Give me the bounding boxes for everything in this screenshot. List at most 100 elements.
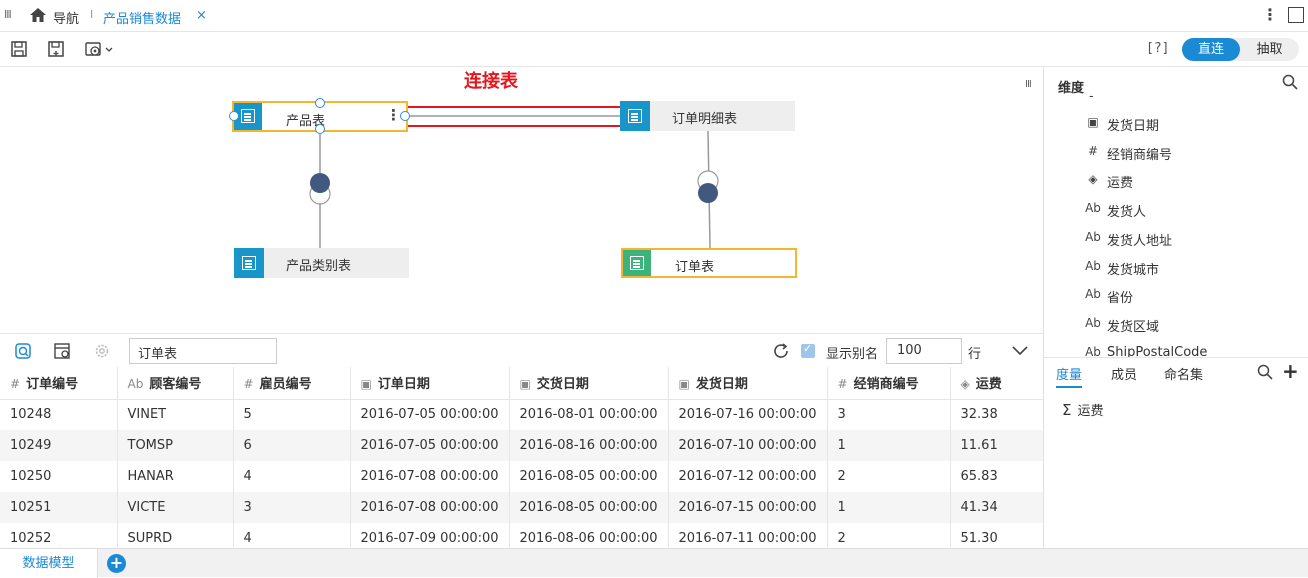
table-filter-input[interactable]: 订单表 (129, 338, 277, 364)
extract-mode-button[interactable]: 抽取 (1240, 38, 1299, 61)
data-table: # 订单编号 Ab 顾客编号 # 雇员编号 ▣ 订单日期 ▣ 交货日期 ▣ 发货日期 # 经销商编号 ◈ 运费… (0, 367, 1043, 547)
table-cell: 2016-07-09 00:00:00 (350, 523, 510, 547)
column-header-label: 经销商编号 (853, 377, 919, 393)
tab-product-sales[interactable]: 产品销售数据 (103, 8, 181, 27)
sum-icon: Σ (1062, 401, 1072, 419)
column-header[interactable]: ◈ 运费 (950, 367, 1043, 400)
preview-icon[interactable] (14, 342, 32, 360)
table-cell: TOMSP (117, 430, 234, 461)
number-type-icon: # (243, 377, 254, 392)
save-icon[interactable] (10, 40, 28, 58)
text-type-icon: Ab (1085, 344, 1101, 357)
dimension-label: 发货城市 (1107, 262, 1160, 278)
show-alias-checkbox[interactable] (801, 342, 815, 358)
dimension-label: ShipPostalCode (1107, 344, 1208, 357)
maximize-icon[interactable] (1288, 7, 1304, 23)
column-header[interactable]: # 订单编号 (0, 367, 118, 400)
table-cell: 2016-08-16 00:00:00 (509, 430, 669, 461)
table-row[interactable]: 10251 VICTE 3 2016-07-08 00:00:00 2016-08-05… (0, 492, 1043, 523)
add-tab-button[interactable]: + (107, 554, 126, 573)
add-icon[interactable]: + (1282, 359, 1299, 383)
table-node-category[interactable]: 产品类别表 (234, 248, 409, 278)
more-vertical-icon[interactable]: ⋮ (386, 106, 401, 124)
search-icon[interactable] (1257, 364, 1273, 380)
table-node-order-detail[interactable]: 订单明细表 (620, 101, 795, 131)
column-header[interactable]: ▣ 交货日期 (509, 367, 669, 400)
help-button[interactable]: [?] (1146, 41, 1169, 56)
join-node-filled (310, 173, 330, 193)
measure-dimension-icon: ◈ (1088, 172, 1098, 187)
model-canvas[interactable]: 连接表 III 产品表 ⋮ 订单明细表 产品类别表 订单表 (0, 67, 1043, 332)
table-icon (620, 101, 650, 131)
join-node-filled (698, 183, 718, 203)
resize-handle[interactable] (315, 124, 325, 134)
resize-handle[interactable] (229, 111, 239, 121)
measure-label: 运费 (1077, 404, 1104, 419)
dimension-label: 经销商编号 (1107, 147, 1173, 163)
table-cell: SUPRD (117, 523, 234, 547)
table-node-label: 订单表 (675, 260, 715, 275)
close-icon[interactable]: × (196, 8, 207, 23)
table-cell: 5 (233, 399, 351, 430)
date-type-icon: ▣ (1087, 115, 1099, 129)
nav-label[interactable]: 导航 (53, 8, 79, 27)
column-header-label: 雇员编号 (259, 377, 312, 393)
table-cell: 10252 (0, 523, 118, 547)
fields-panel: 维度 - ▣ 发货日期 # 经销商编号 ◈ 运费 Ab 发货人 Ab 发货人地址 Ab 发货城市 Ab 省… (1043, 67, 1308, 548)
dimension-title: 维度 (1058, 81, 1085, 96)
dimension-list: - ▣ 发货日期 # 经销商编号 ◈ 运费 Ab 发货人 Ab 发货人地址 Ab 发货城市 Ab 省份 Ab… (1044, 95, 1308, 357)
table-node-order[interactable]: 订单表 (621, 248, 797, 278)
gear-icon[interactable] (93, 342, 111, 360)
table-cell: 3 (233, 492, 351, 523)
resize-handle[interactable] (315, 98, 325, 108)
table-cell: 11.61 (950, 430, 1043, 461)
column-header-label: 订单编号 (26, 377, 79, 393)
save-as-icon[interactable] (47, 40, 65, 58)
main-toolbar: [?] 直连 抽取 (0, 32, 1308, 67)
tab-separator: I (90, 8, 94, 21)
refresh-icon[interactable] (772, 342, 790, 360)
table-row[interactable]: 10248 VINET 5 2016-07-05 00:00:00 2016-08-01… (0, 399, 1043, 430)
table-cell: 65.83 (950, 461, 1043, 492)
settings-dropdown-icon[interactable] (84, 40, 116, 58)
direct-mode-button[interactable]: 直连 (1182, 38, 1240, 61)
table-node-label: 订单明细表 (672, 112, 738, 127)
table-row[interactable]: 10252 SUPRD 4 2016-07-09 00:00:00 2016-08-06… (0, 523, 1043, 547)
dimension-label: 发货区域 (1107, 319, 1160, 335)
table-cell: 1 (827, 430, 951, 461)
column-header[interactable]: # 经销商编号 (827, 367, 951, 400)
column-header[interactable]: ▣ 订单日期 (350, 367, 510, 400)
dimension-label: 发货人 (1107, 205, 1147, 221)
table-cell: 2016-07-08 00:00:00 (350, 492, 510, 523)
table-icon (623, 250, 651, 276)
panel-tabs: 度量 成员 命名集 + (1044, 357, 1308, 388)
measure-dimension-icon: ◈ (960, 377, 970, 392)
table-settings-icon[interactable] (53, 342, 71, 360)
table-cell: 51.30 (950, 523, 1043, 547)
column-header[interactable]: Ab 顾客编号 (117, 367, 234, 400)
tab-members[interactable]: 成员 (1111, 364, 1137, 383)
row-count-input[interactable]: 100 (886, 338, 962, 364)
column-header[interactable]: ▣ 发货日期 (668, 367, 828, 400)
search-icon[interactable] (1282, 74, 1298, 90)
column-header[interactable]: # 雇员编号 (233, 367, 351, 400)
measure-item[interactable]: Σ 运费 (1062, 400, 1104, 419)
text-type-icon: Ab (127, 377, 144, 392)
dimension-label: 发货人地址 (1107, 233, 1173, 249)
more-vertical-icon[interactable]: ⋮ (1262, 5, 1278, 24)
table-node-label: 产品类别表 (286, 259, 352, 274)
table-row[interactable]: 10249 TOMSP 6 2016-07-05 00:00:00 2016-08-16… (0, 430, 1043, 461)
table-row[interactable]: 10250 HANAR 4 2016-07-08 00:00:00 2016-08-05… (0, 461, 1043, 492)
menu-icon[interactable]: III (4, 8, 12, 21)
table-cell: HANAR (117, 461, 234, 492)
home-icon[interactable] (29, 7, 47, 23)
tab-measures[interactable]: 度量 (1056, 364, 1083, 388)
resize-handle[interactable] (400, 111, 410, 121)
tab-data-model[interactable]: 数据模型 (0, 549, 98, 578)
tab-named-sets[interactable]: 命名集 (1164, 364, 1203, 383)
column-header-label: 发货日期 (695, 377, 748, 393)
table-cell: 10249 (0, 430, 118, 461)
chevron-down-icon[interactable] (1010, 341, 1030, 359)
table-cell: 4 (233, 523, 351, 547)
column-header-label: 运费 (975, 377, 1002, 393)
